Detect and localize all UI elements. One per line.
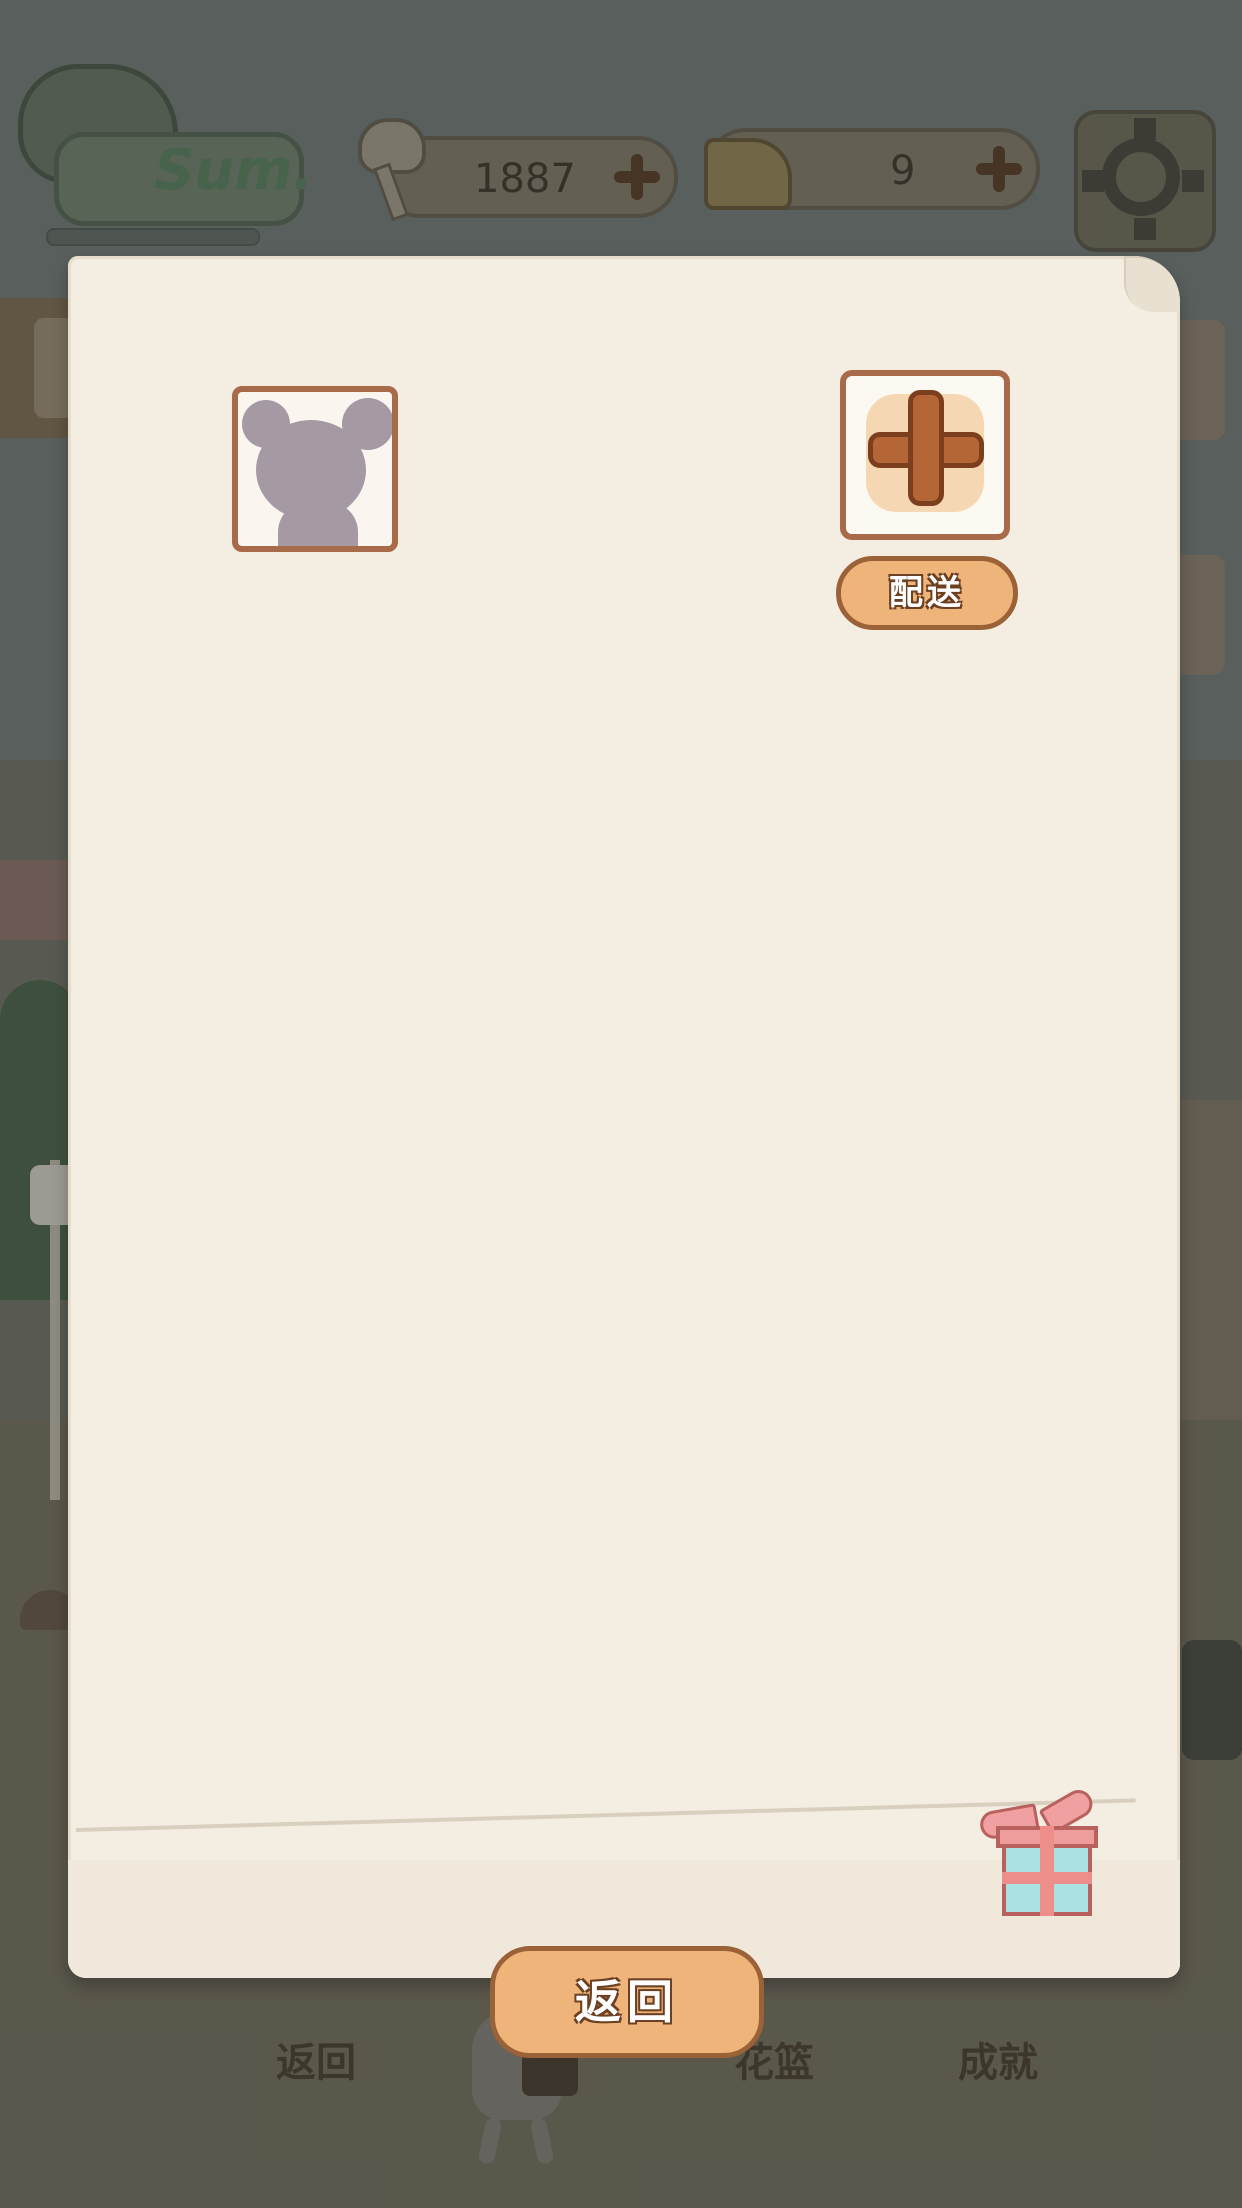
deliver-button[interactable]: 配送 — [836, 556, 1018, 630]
add-item-slot[interactable] — [840, 370, 1010, 540]
character-silhouette-icon — [278, 502, 358, 546]
customer-avatar-slot[interactable] — [232, 386, 398, 552]
gift-icon[interactable] — [978, 1784, 1102, 1922]
gift-ribbon — [1040, 1826, 1054, 1916]
return-button[interactable]: 返回 — [490, 1946, 764, 2058]
paper-crease — [75, 1798, 1136, 1832]
gift-ribbon — [1002, 1872, 1092, 1884]
plus-icon-center — [913, 437, 939, 463]
